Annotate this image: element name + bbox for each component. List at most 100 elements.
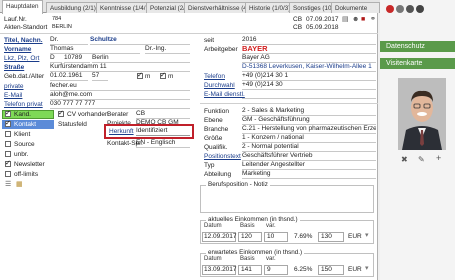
newsletter-checkbox[interactable] (5, 159, 11, 167)
telefon-field[interactable]: +49 (0)214 30 1 (242, 72, 376, 81)
kontakt-label: Kontakt (14, 121, 37, 128)
window-dot-gray-icon[interactable] (396, 5, 404, 13)
erwartet-prozent: 6.25% (294, 266, 313, 273)
statusfeld-label: Statusfeld (58, 121, 87, 128)
aktuell-datum-field[interactable]: 12.09.2017 (202, 232, 237, 242)
aktuell-summe-field[interactable]: 130 (318, 232, 344, 242)
tab-hauptdaten[interactable]: Hauptdaten (2, 0, 43, 14)
typ-field[interactable]: Leitender Angestellter (242, 161, 376, 170)
window-dot-dark-icon[interactable] (406, 5, 414, 13)
cv-label: CV vorhanden (67, 111, 109, 118)
ort-field[interactable]: Berlin (92, 54, 190, 63)
erwartet-summe-field[interactable]: 150 (318, 265, 344, 275)
tab-dokumente[interactable]: Dokumente (4) (331, 2, 380, 21)
list-icon[interactable]: ☰ (5, 181, 11, 188)
gender-checkbox-1[interactable] (137, 71, 143, 79)
col-var: var. (266, 256, 276, 262)
berufsposition-notiz-group[interactable] (200, 185, 374, 213)
ebene-label: Ebene (204, 117, 223, 124)
tab-historie[interactable]: Historie (1/0/3) (245, 2, 295, 13)
datenschutz-bar[interactable]: Datenschutz (380, 41, 455, 52)
cv-checkbox[interactable] (58, 109, 64, 117)
aktuell-basis-field[interactable]: 120 (238, 232, 262, 242)
berater-field[interactable]: CB (136, 110, 190, 119)
ebene-field[interactable]: GM - Geschäftsführung (242, 116, 376, 125)
dropdown-icon[interactable]: ▾ (365, 265, 369, 272)
kontakt-sprache-field[interactable]: EN - Englisch (136, 139, 190, 148)
lkz-field[interactable]: D (50, 54, 62, 63)
user-icon[interactable]: ☻ (352, 16, 359, 23)
erwartet-waehrung: EUR (348, 266, 362, 273)
vorname-label[interactable]: Vorname (4, 46, 31, 53)
tab-ausbildung[interactable]: Ausbildung (2/1) (46, 2, 100, 13)
abteilung-field[interactable]: Marketing (242, 170, 376, 179)
arbeitgeber2-field[interactable]: Bayer AG (242, 54, 376, 63)
klient-checkbox[interactable] (5, 131, 11, 137)
source-checkbox[interactable] (5, 141, 11, 147)
window-dot-dark2-icon[interactable] (416, 5, 424, 13)
erwartet-basis-field[interactable]: 141 (238, 265, 262, 275)
qualifik-field[interactable]: 2 - Normal potential (242, 143, 376, 152)
email-label[interactable]: E-Mail (4, 92, 22, 99)
titel-field[interactable]: Dr. (50, 36, 88, 45)
lauf-label: Lauf.Nr. (4, 16, 27, 23)
email-dienstl-field[interactable] (242, 90, 376, 99)
modified-by: CB (293, 24, 303, 31)
kand-checkbox[interactable] (5, 109, 11, 117)
durchwahl-label[interactable]: Durchwahl (204, 82, 235, 89)
titel2-field[interactable]: Dr.-Ing. (145, 45, 190, 54)
groesse-field[interactable]: 1 - Konzern / national (242, 134, 376, 143)
qualifik-label: Qualifik. (204, 144, 228, 151)
plz-label[interactable]: Lkz, Plz, Ort (4, 55, 39, 62)
geb-field[interactable]: 01.02.1961 (50, 72, 88, 81)
email-field[interactable]: aloh@me.com (50, 91, 190, 100)
erwartet-var-field[interactable]: 9 (264, 265, 288, 275)
berufsposition-notiz-title: Berufsposition - Notiz (206, 181, 270, 188)
unbr-checkbox[interactable] (5, 151, 11, 157)
alter-field[interactable]: 57 (92, 72, 108, 81)
herkunft-label[interactable]: Herkunft (109, 128, 134, 135)
aktuell-var-field[interactable]: 10 (264, 232, 288, 242)
visitenkarte-bar[interactable]: Visitenkarte (380, 58, 455, 69)
strasse-field[interactable]: Kurfürstendamm 11 (50, 63, 190, 72)
kontakt-checkbox[interactable] (5, 119, 11, 127)
seit-label: seit (204, 37, 215, 44)
vorname-field[interactable]: Thomas (50, 45, 140, 54)
telefon-label[interactable]: Telefon (204, 73, 225, 80)
email-dienstl-label[interactable]: E-Mail dienstl. (204, 91, 245, 98)
seit-field[interactable]: 2016 (242, 36, 376, 45)
attach-icon[interactable]: ✎ (418, 156, 425, 164)
positionstext-label[interactable]: Positionstext (204, 153, 241, 160)
plz-field[interactable]: 10789 (64, 54, 90, 63)
durchwahl-field[interactable]: +49 (0)214 30 (242, 81, 376, 90)
folder-icon[interactable]: ▦ (16, 181, 23, 188)
offlimits-checkbox[interactable] (5, 171, 11, 177)
strasse-label[interactable]: Straße (4, 64, 24, 71)
arbeitgeber-field[interactable]: BAYER (242, 45, 376, 54)
positionstext-field[interactable]: Geschäftsführer Vertrieb (242, 152, 376, 161)
link-icon[interactable]: ⚭ (370, 16, 376, 23)
branche-label: Branche (204, 126, 229, 133)
lock-icon[interactable]: ■ (361, 16, 365, 23)
adresse-field[interactable]: D-51368 Leverkusen, Kaiser-Wilhelm-Allee… (242, 63, 376, 72)
branche-field[interactable]: C.21 - Herstellung von pharmazeutischen … (242, 125, 376, 134)
funktion-field[interactable]: 2 - Sales & Marketing (242, 107, 376, 116)
erwartet-datum-field[interactable]: 13.09.2017 (202, 265, 237, 275)
tab-dienstverhaeltnisse[interactable]: Dienstverhältnisse (4) (184, 2, 253, 13)
titel-label[interactable]: Titel, Nachn. (4, 37, 43, 44)
delete-icon[interactable]: ✖ (401, 156, 408, 164)
dropdown-icon[interactable]: ▾ (365, 232, 369, 239)
tel-private-label[interactable]: Telefon privat (4, 101, 43, 108)
print-icon[interactable]: ▤ (342, 16, 349, 23)
geb-label: Geb.dat./Alter (4, 73, 45, 80)
private-field[interactable]: fecher.eu (50, 82, 190, 91)
tel-private-field[interactable]: 030 777 77 777 (50, 100, 190, 109)
herkunft-field[interactable]: Identifiziert (136, 127, 190, 136)
window-dot-red-icon[interactable] (386, 5, 394, 13)
add-icon[interactable]: + (436, 154, 441, 163)
gender-checkbox-2[interactable] (160, 71, 166, 79)
offlimits-label: off-limits (14, 171, 39, 178)
private-label[interactable]: private (4, 83, 24, 90)
separator (0, 33, 378, 34)
nachname-field[interactable]: Schultze (90, 36, 190, 45)
